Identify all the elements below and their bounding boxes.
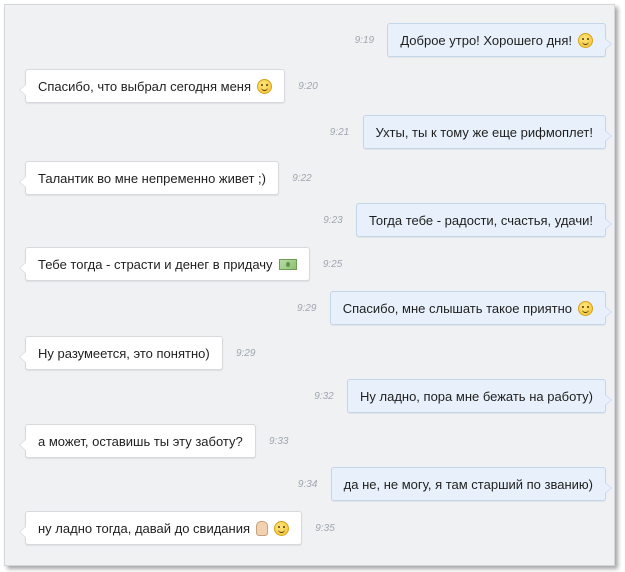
message-row: а может, оставишь ты эту заботу? 9:33 (19, 424, 296, 458)
chat-history: Доброе утро! Хорошего дня! 9:19 Спасибо,… (4, 4, 615, 566)
message-row: да не, не могу, я там старший по званию)… (291, 467, 613, 501)
message-row: Тогда тебе - радости, счастья, удачи! 9:… (316, 203, 613, 237)
outgoing-message-bubble[interactable]: Спасибо, мне слышать такое приятно (329, 291, 613, 325)
outgoing-message-bubble[interactable]: Доброе утро! Хорошего дня! (387, 23, 612, 57)
message-row: Спасибо, что выбрал сегодня меня 9:20 (18, 69, 325, 103)
message-time: 9:22 (292, 172, 312, 184)
message-text: Талантик во мне непременно живет ;) (38, 170, 266, 186)
outgoing-message-bubble[interactable]: Ухты, ты к тому же еще рифмоплет! (362, 115, 612, 149)
message-text: ну ладно тогда, давай до свидания (38, 520, 251, 536)
message-time: 9:35 (315, 522, 335, 534)
message-row: Доброе утро! Хорошего дня! 9:19 (347, 23, 612, 57)
incoming-message-bubble[interactable]: ну ладно тогда, давай до свидания (18, 511, 303, 545)
message-row: Спасибо, мне слышать такое приятно 9:29 (290, 291, 613, 325)
message-time: 9:21 (329, 126, 350, 138)
message-time: 9:32 (314, 390, 334, 402)
message-row: ну ладно тогда, давай до свидания 9:35 (18, 511, 342, 545)
message-text: Ну ладно, пора мне бежать на работу) (360, 388, 593, 404)
message-text: Тебе тогда - страсти и денег в придачу (38, 256, 273, 272)
message-row: Ну ладно, пора мне бежать на работу) 9:3… (307, 379, 612, 413)
message-time: 9:29 (296, 302, 317, 314)
incoming-message-bubble[interactable]: Спасибо, что выбрал сегодня меня (18, 69, 286, 103)
incoming-message-bubble[interactable]: а может, оставишь ты эту заботу? (19, 424, 256, 458)
message-text: Спасибо, мне слышать такое приятно (342, 300, 572, 316)
wink-smiley-icon (257, 78, 273, 94)
message-row: Талантик во мне непременно живет ;) 9:22 (19, 161, 319, 195)
message-text: Тогда тебе - радости, счастья, удачи! (368, 212, 593, 228)
message-time: 9:34 (297, 478, 318, 490)
incoming-message-bubble[interactable]: Ну разумеется, это понятно) (19, 336, 223, 370)
message-text: Спасибо, что выбрал сегодня меня (38, 78, 252, 94)
message-time: 9:25 (322, 258, 343, 270)
message-row: Ухты, ты к тому же еще рифмоплет! 9:21 (323, 115, 612, 149)
grin-smiley-icon (274, 520, 290, 536)
incoming-message-bubble[interactable]: Тебе тогда - страсти и денег в придачу (19, 247, 310, 281)
outgoing-message-bubble[interactable]: Ну ладно, пора мне бежать на работу) (347, 379, 612, 413)
message-time: 9:29 (235, 347, 256, 359)
message-text: Доброе утро! Хорошего дня! (400, 32, 572, 48)
smiley-icon (578, 300, 593, 316)
money-icon (278, 258, 297, 270)
waving-hand-icon (256, 520, 269, 536)
message-time: 9:23 (323, 214, 343, 226)
outgoing-message-bubble[interactable]: Тогда тебе - радости, счастья, удачи! (355, 203, 613, 237)
message-time: 9:33 (269, 435, 289, 447)
message-text: Ну разумеется, это понятно) (38, 345, 210, 361)
message-row: Тебе тогда - страсти и денег в придачу 9… (19, 247, 350, 281)
message-time: 9:20 (298, 80, 318, 92)
message-text: Ухты, ты к тому же еще рифмоплет! (375, 124, 594, 140)
message-time: 9:19 (354, 34, 375, 46)
outgoing-message-bubble[interactable]: да не, не могу, я там старший по званию) (330, 467, 613, 501)
incoming-message-bubble[interactable]: Талантик во мне непременно живет ;) (19, 161, 279, 195)
message-text: а может, оставишь ты эту заботу? (38, 433, 243, 449)
message-text: да не, не могу, я там старший по званию) (343, 476, 593, 492)
message-row: Ну разумеется, это понятно) 9:29 (19, 336, 263, 370)
wink-smiley-icon (578, 32, 593, 48)
